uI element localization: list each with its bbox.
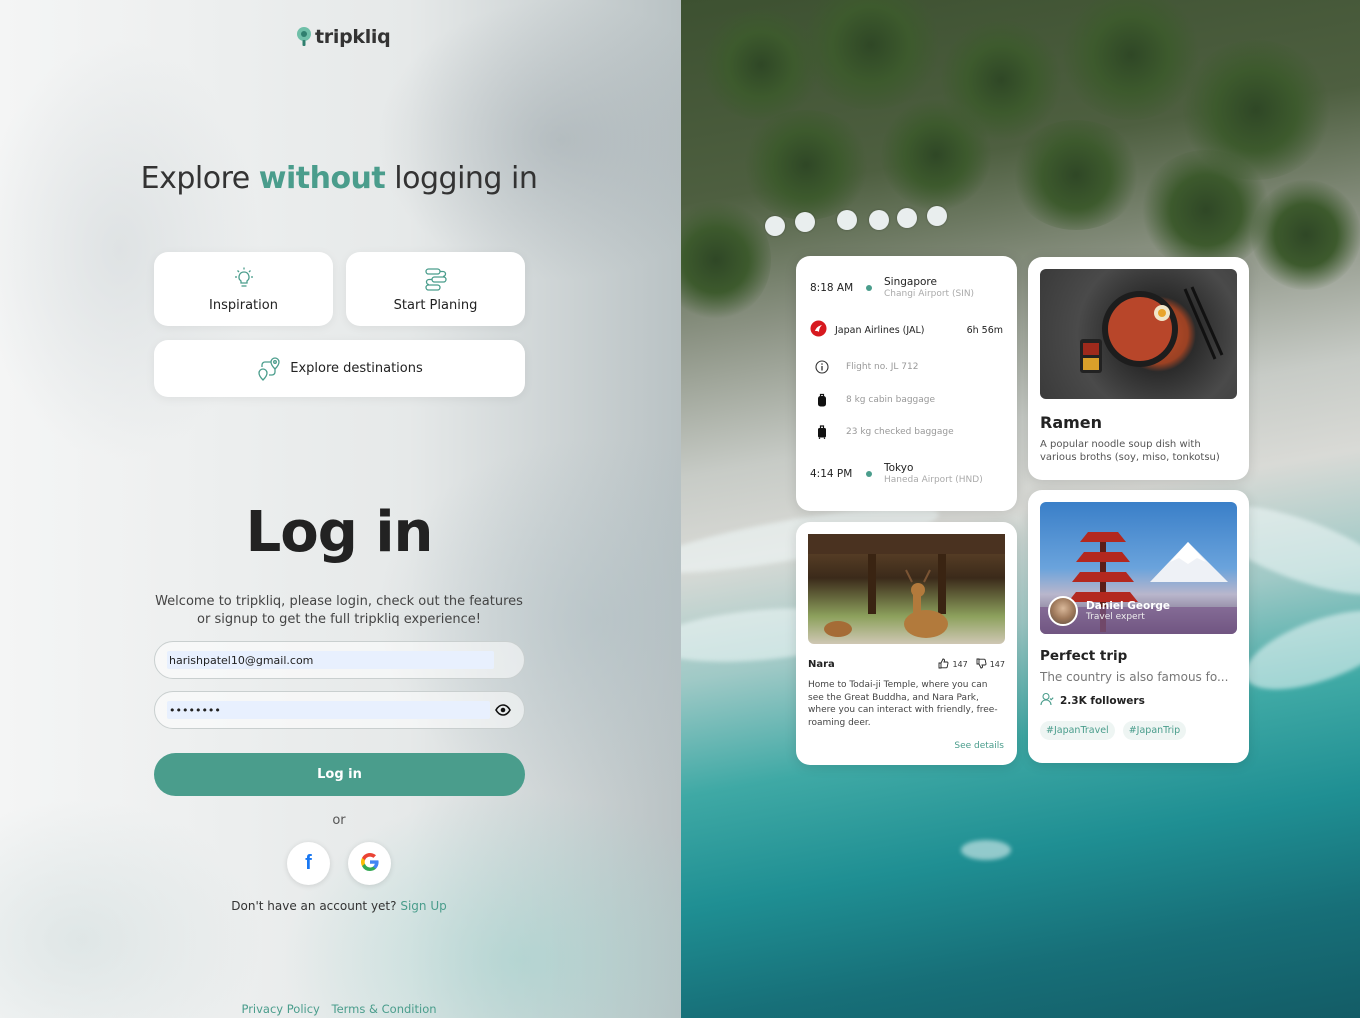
avatar [1048, 596, 1078, 626]
info-icon [810, 360, 834, 374]
jal-logo-icon [810, 320, 827, 340]
nara-title: Nara [808, 659, 835, 670]
ramen-title: Ramen [1040, 413, 1103, 432]
depart-city: Singapore [884, 276, 937, 288]
flight-card[interactable]: 8:18 AM Singapore Changi Airport (SIN) J… [796, 256, 1017, 511]
perfect-trip-card[interactable]: Daniel George Travel expert Perfect trip… [1028, 490, 1249, 763]
dislike-button[interactable]: 147 [976, 658, 1005, 671]
followers-text: 2.3K followers [1060, 694, 1145, 707]
flight-duration: 6h 56m [966, 324, 1003, 336]
checked-baggage: 23 kg checked baggage [846, 427, 954, 437]
email-input[interactable]: harishpatel10@gmail.com [167, 651, 494, 669]
checked-baggage-row: 23 kg checked baggage [810, 425, 1003, 439]
flight-number-row: Flight no. JL 712 [810, 360, 1003, 374]
followers-count: 2.3K followers [1040, 692, 1237, 709]
trip-desc: The country is also famous fo... [1040, 670, 1229, 684]
logo-pin-icon [296, 26, 312, 48]
dislike-count: 147 [989, 660, 1005, 669]
author-role: Travel expert [1086, 612, 1145, 622]
brand-name: tripkliq [315, 26, 391, 48]
explore-heading-post: logging in [385, 161, 538, 196]
backpack-icon [810, 393, 834, 407]
google-icon [360, 852, 380, 876]
route-plan-icon [423, 266, 449, 292]
trip-tags: #JapanTravel #JapanTrip [1040, 721, 1237, 740]
trip-image: Daniel George Travel expert [1040, 502, 1237, 634]
airline-name: Japan Airlines (JAL) [835, 324, 925, 336]
privacy-policy-link[interactable]: Privacy Policy [241, 1002, 319, 1016]
password-input[interactable]: •••••••• [167, 701, 490, 719]
trip-title: Perfect trip [1040, 648, 1128, 664]
google-login-button[interactable] [348, 842, 391, 885]
facebook-login-button[interactable]: f [287, 842, 330, 885]
like-button[interactable]: 147 [938, 658, 968, 671]
arrive-time: 4:14 PM [810, 467, 853, 480]
start-planing-button[interactable]: Start Planing [346, 252, 525, 326]
tag-chip[interactable]: #JapanTravel [1040, 721, 1115, 740]
nara-votes: 147 147 [938, 658, 1005, 671]
ramen-card[interactable]: Ramen A popular noodle soup dish with va… [1028, 257, 1249, 480]
welcome-text: Welcome to tripkliq, please login, check… [155, 594, 523, 627]
login-title: Log in [245, 500, 434, 565]
thumbs-up-icon [938, 658, 949, 671]
cabin-baggage: 8 kg cabin baggage [846, 395, 936, 405]
terms-link[interactable]: Terms & Condition [332, 1002, 437, 1016]
flight-number: Flight no. JL 712 [846, 362, 919, 372]
show-password-eye-icon[interactable] [494, 701, 512, 719]
flight-arrival-row: 4:14 PM Tokyo Haneda Airport (HND) [810, 462, 1003, 485]
map-route-icon [256, 356, 282, 382]
footer-links: Privacy Policy Terms & Condition [140, 1002, 538, 1016]
inspiration-button[interactable]: Inspiration [154, 252, 333, 326]
see-details-link[interactable]: See details [954, 741, 1004, 751]
signup-prompt-text: Don't have an account yet? [231, 899, 397, 913]
ramen-desc: A popular noodle soup dish with various … [1040, 439, 1220, 463]
suitcase-icon [810, 425, 834, 439]
explore-heading: Explore without logging in [140, 160, 538, 197]
trip-author[interactable]: Daniel George Travel expert [1048, 596, 1170, 626]
or-divider: or [332, 813, 346, 828]
arrive-city: Tokyo [884, 462, 914, 474]
signup-prompt: Don't have an account yet? Sign Up [140, 899, 538, 913]
facebook-icon: f [305, 852, 312, 874]
flight-airline-row: Japan Airlines (JAL) 6h 56m [810, 320, 1003, 340]
explore-destinations-button[interactable]: Explore destinations [154, 340, 525, 397]
login-submit-button[interactable]: Log in [154, 753, 525, 796]
arrive-dot [866, 470, 872, 477]
author-name: Daniel George [1086, 600, 1171, 612]
lightbulb-icon [231, 266, 257, 292]
depart-airport: Changi Airport (SIN) [884, 289, 975, 299]
login-panel: tripkliq Explore without logging in Insp… [0, 0, 681, 1018]
explore-destinations-label: Explore destinations [290, 361, 423, 376]
nara-desc: Home to Todai-ji Temple, where you can s… [808, 680, 998, 728]
explore-heading-highlight: without [258, 161, 386, 196]
flight-departure-row: 8:18 AM Singapore Changi Airport (SIN) [810, 276, 1003, 299]
explore-heading-pre: Explore [140, 161, 259, 196]
cabin-baggage-row: 8 kg cabin baggage [810, 393, 1003, 407]
like-count: 147 [952, 660, 968, 669]
nara-image [808, 534, 1005, 644]
ramen-image [1040, 269, 1237, 399]
password-field[interactable]: •••••••• [154, 691, 525, 729]
inspiration-label: Inspiration [209, 297, 278, 313]
arrive-airport: Haneda Airport (HND) [884, 475, 983, 485]
hero-background [681, 0, 1360, 1018]
email-field[interactable]: harishpatel10@gmail.com [154, 641, 525, 679]
depart-time: 8:18 AM [810, 281, 854, 294]
user-icon [1040, 692, 1054, 709]
thumbs-down-icon [976, 658, 987, 671]
nara-card[interactable]: Nara 147 147 Home to Todai-ji Temple, wh… [796, 522, 1017, 765]
tag-chip[interactable]: #JapanTrip [1122, 721, 1187, 740]
signup-link[interactable]: Sign Up [400, 899, 446, 913]
depart-dot [866, 284, 872, 291]
brand-logo[interactable]: tripkliq [296, 26, 391, 48]
nara-header: Nara 147 147 [808, 658, 1005, 671]
start-planing-label: Start Planing [393, 297, 478, 313]
